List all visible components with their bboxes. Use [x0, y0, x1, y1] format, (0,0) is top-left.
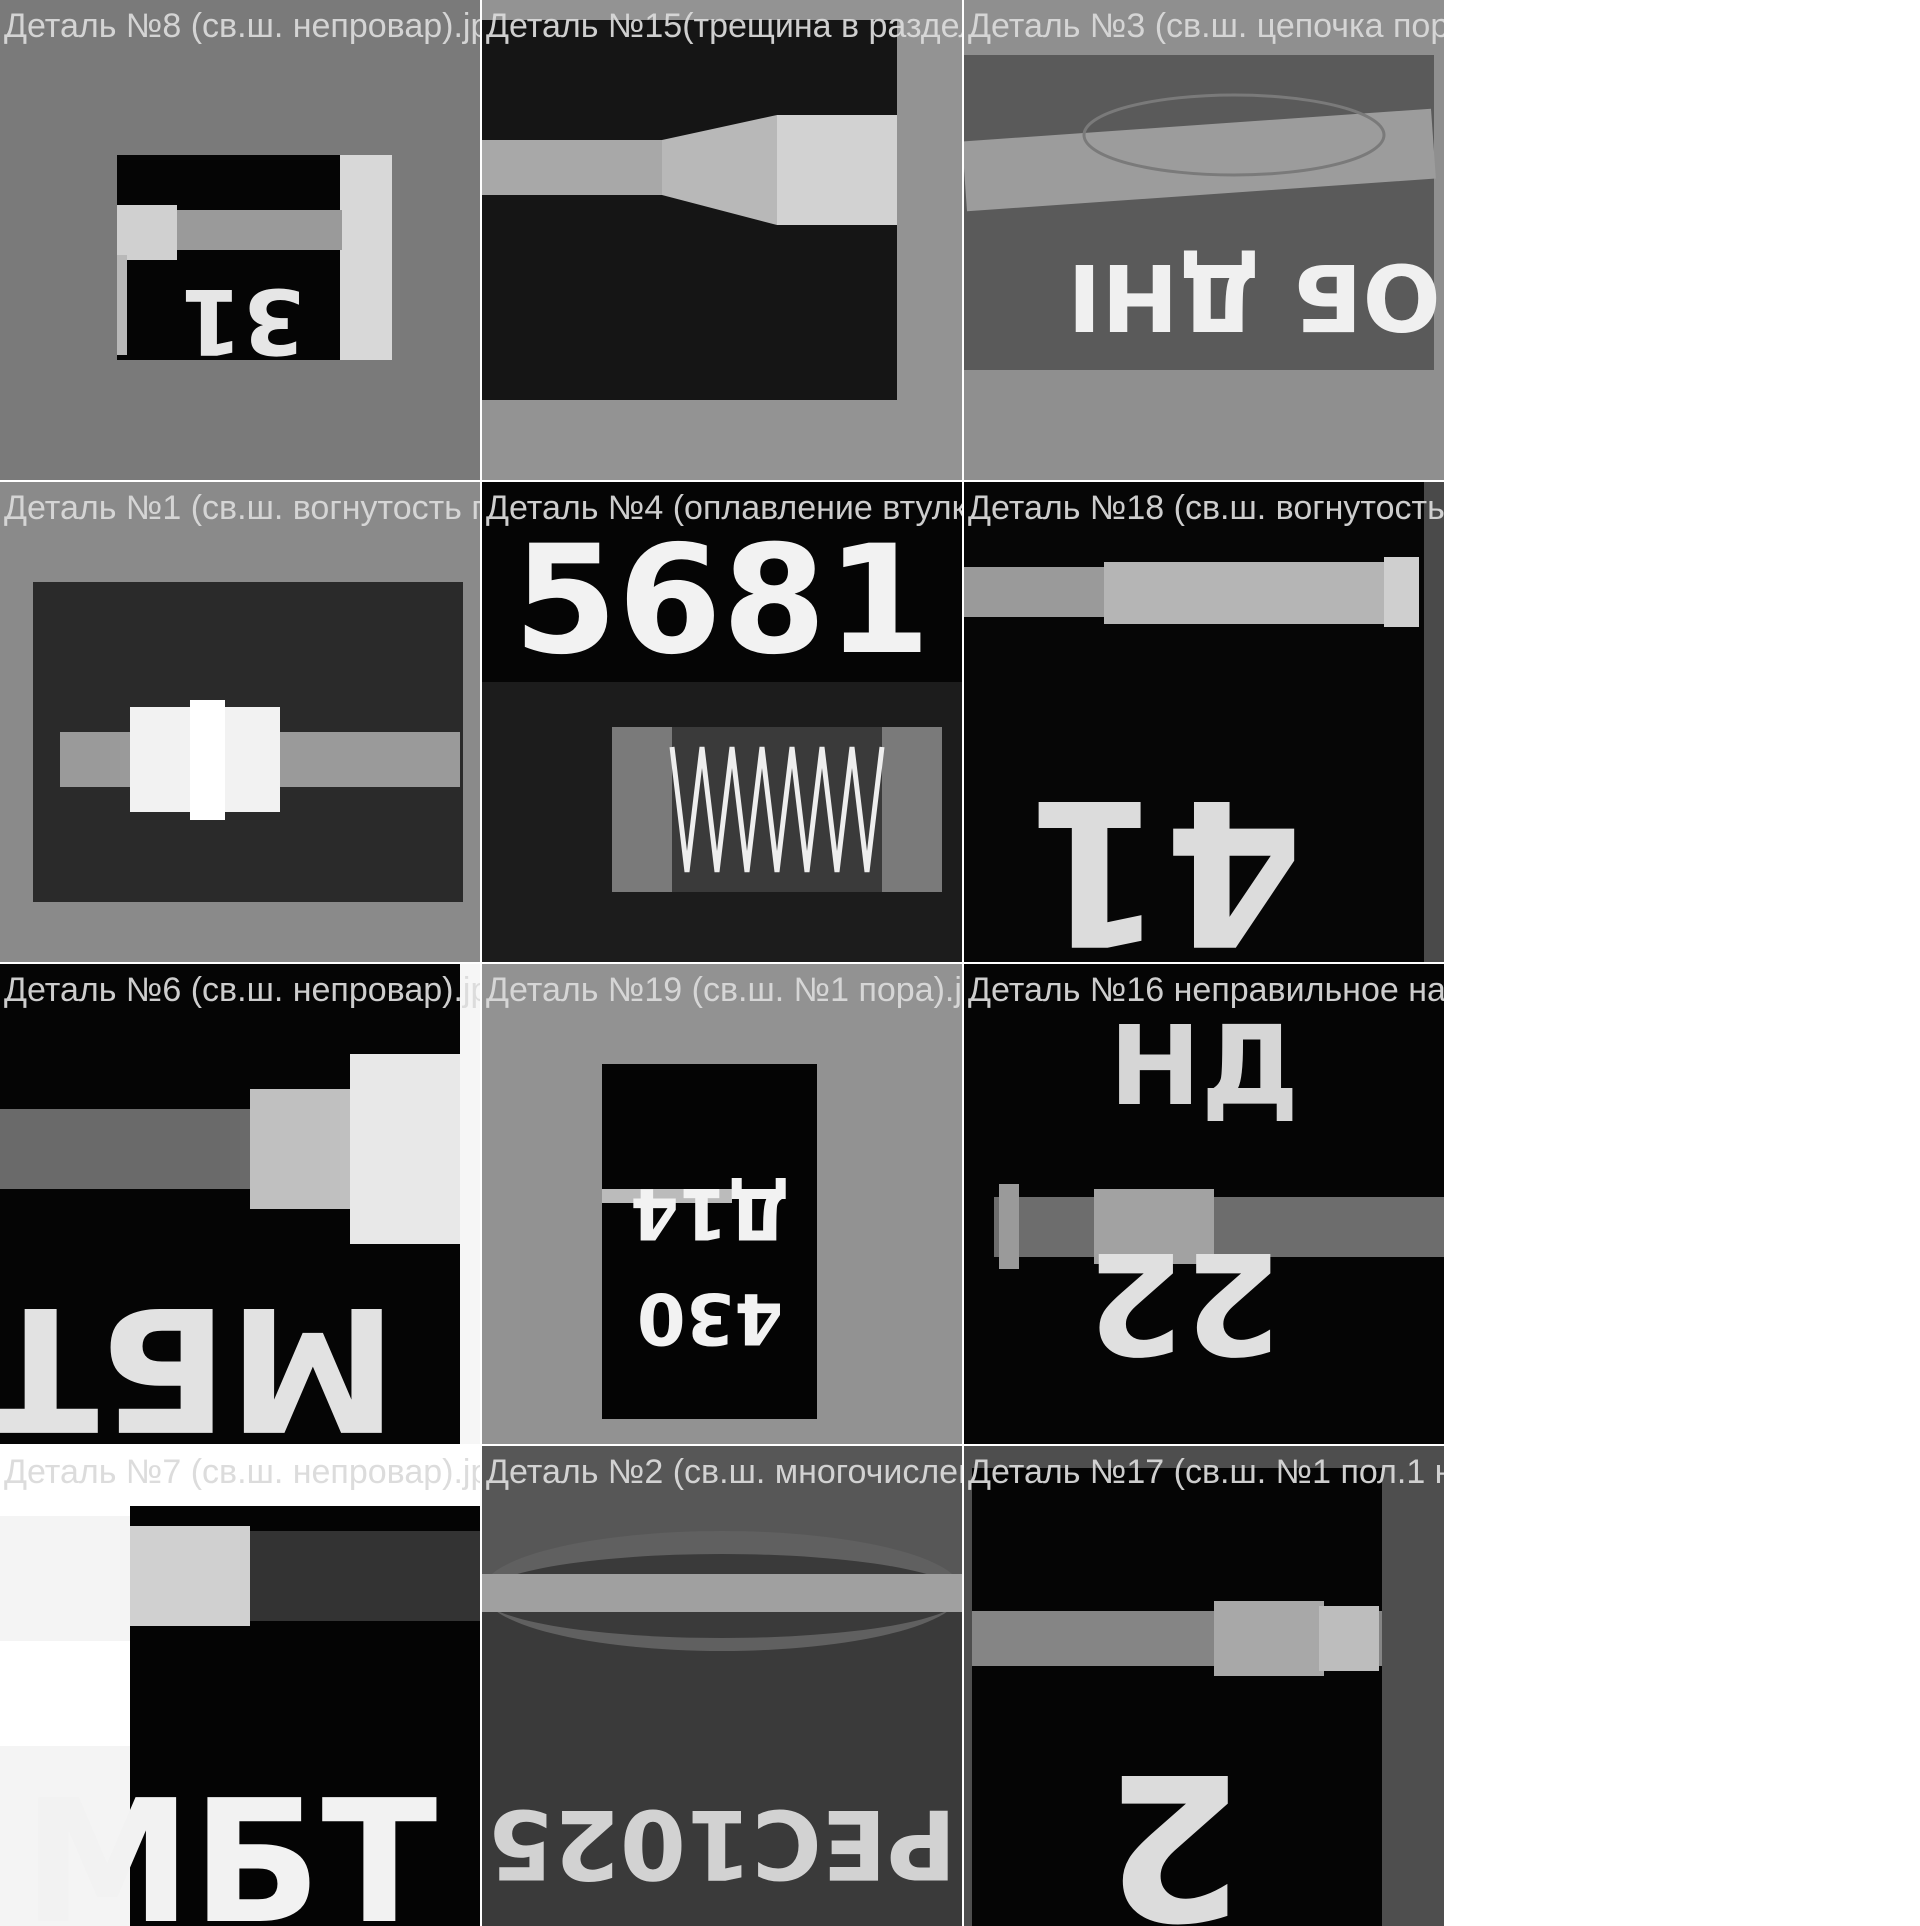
filename-caption: Деталь №15(трещина в разделываемой ш: [486, 7, 962, 45]
radiograph-thumbnail: Д14 430: [482, 964, 962, 1444]
radiograph-thumbnail: ОБ ДНІ: [964, 0, 1444, 480]
gallery-tile[interactable]: 2 Деталь №17 (св.ш. №1 пол.1 неправильно…: [964, 1446, 1444, 1926]
filename-caption: Деталь №3 (св.ш. цепочка пор).JPG: [968, 7, 1444, 45]
radiograph-thumbnail: 31: [0, 0, 480, 480]
gallery-tile[interactable]: ОБ ДНІ Деталь №3 (св.ш. цепочка пор).JPG: [964, 0, 1444, 480]
stencil-marker: НД: [1109, 1002, 1299, 1130]
gallery-tile[interactable]: НД 22 Деталь №16 неправильное наложение …: [964, 964, 1444, 1444]
gallery-tile[interactable]: МБТ Деталь №7 (св.ш. непровар).jpg: [0, 1446, 480, 1926]
radiograph-thumbnail: РЕС1025: [482, 1446, 962, 1926]
radiograph-thumbnail: [0, 482, 480, 962]
gallery-tile[interactable]: Деталь №15(трещина в разделываемой ш: [482, 0, 962, 480]
filename-caption: Деталь №8 (св.ш. непровар).jpg: [4, 7, 480, 45]
stencil-marker: 31: [180, 268, 305, 373]
stencil-marker: МБТ: [0, 1268, 397, 1444]
stencil-marker: 22: [1087, 1220, 1282, 1383]
gallery-tile[interactable]: МБТ Деталь №6 (св.ш. непровар).jpg: [0, 964, 480, 1444]
image-gallery: 31 Деталь №8 (св.ш. непровар).jpg Деталь…: [0, 0, 1920, 1926]
stencil-marker: Д14: [630, 1172, 790, 1254]
filename-caption: Деталь №19 (св.ш. №1 пора).jpg: [486, 971, 962, 1009]
stencil-marker: ОБ ДНІ: [1067, 243, 1441, 350]
gallery-tile[interactable]: 41 Деталь №18 (св.ш. вогнутость проплава…: [964, 482, 1444, 962]
stencil-marker: РЕС1025: [488, 1788, 957, 1898]
gallery-tile[interactable]: Д14 430 Деталь №19 (св.ш. №1 пора).jpg: [482, 964, 962, 1444]
stencil-marker: 430: [637, 1277, 783, 1359]
filename-caption: Деталь №7 (св.ш. непровар).jpg: [4, 1453, 480, 1491]
gallery-tile[interactable]: 31 Деталь №8 (св.ш. непровар).jpg: [0, 0, 480, 480]
gallery-tile[interactable]: 5681 Деталь №4 (оплавление втулки).JPG: [482, 482, 962, 962]
radiograph-thumbnail: 41: [964, 482, 1444, 962]
gallery-tile[interactable]: РЕС1025 Деталь №2 (св.ш. многочисленные …: [482, 1446, 962, 1926]
stencil-marker: 41: [1025, 754, 1303, 962]
filename-caption: Деталь №2 (св.ш. многочисленные поры).JP…: [486, 1453, 962, 1491]
filename-caption: Деталь №4 (оплавление втулки).JPG: [486, 489, 962, 527]
radiograph-thumbnail: 5681: [482, 482, 962, 962]
filename-caption: Деталь №16 неправильное наложение валико: [968, 971, 1444, 1009]
radiograph-thumbnail: 2: [964, 1446, 1444, 1926]
radiograph-thumbnail: [482, 0, 962, 480]
filename-caption: Деталь №1 (св.ш. вогнутость проплава).JP…: [4, 489, 480, 527]
stencil-marker: 2: [1104, 1728, 1243, 1926]
filename-caption: Деталь №17 (св.ш. №1 пол.1 неправильное: [968, 1453, 1444, 1491]
radiograph-thumbnail: МБТ: [0, 964, 480, 1444]
radiograph-thumbnail: НД 22: [964, 964, 1444, 1444]
gallery-tile[interactable]: Деталь №1 (св.ш. вогнутость проплава).JP…: [0, 482, 480, 962]
stencil-marker: МБТ: [23, 1764, 438, 1926]
stencil-marker: 5681: [513, 514, 930, 688]
filename-caption: Деталь №6 (св.ш. непровар).jpg: [4, 971, 480, 1009]
filename-caption: Деталь №18 (св.ш. вогнутость проплава).j: [968, 489, 1444, 527]
radiograph-thumbnail: МБТ: [0, 1446, 480, 1926]
